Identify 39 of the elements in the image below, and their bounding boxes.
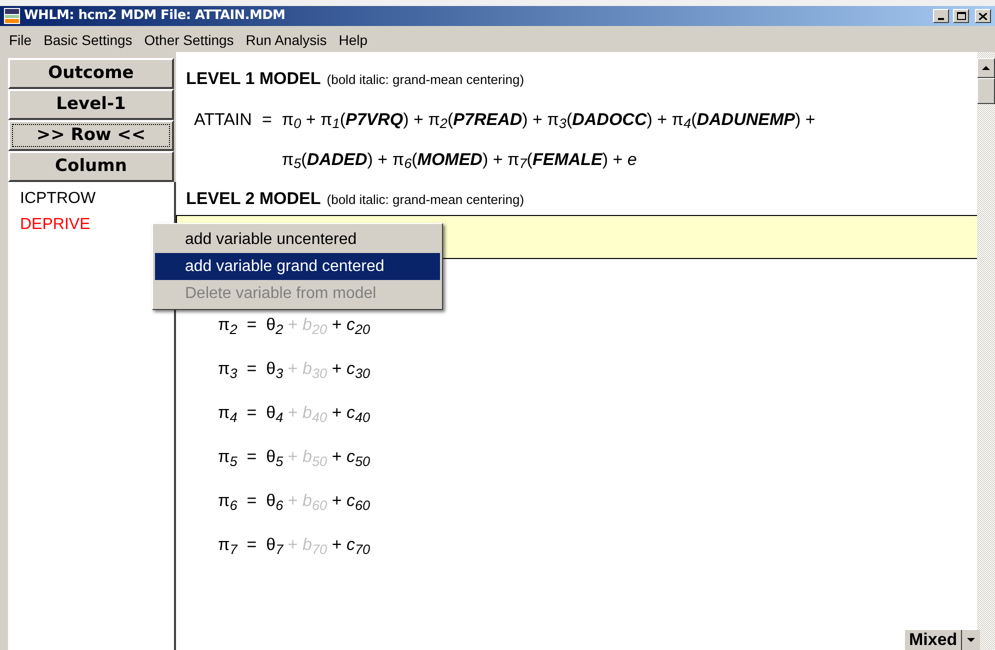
heading-note: (bold italic: grand-mean centering) (326, 71, 524, 89)
minimize-button[interactable] (933, 9, 949, 23)
scrollbar[interactable] (977, 52, 995, 650)
window-title: WHLM: hcm2 MDM File: ATTAIN.MDM (24, 7, 286, 26)
menu-option[interactable]: add variable uncentered (155, 226, 440, 253)
sidebar-button[interactable]: Level-1 (8, 89, 174, 120)
equation: π$_{5}$(DADED) + π$_{6}$(MOMED) + π$_{7}$(FEMALE) + e (282, 148, 638, 173)
equation: π$_{2}$ = θ$_{2}$ + b$_{20}$ + c$_{20}$ (218, 314, 370, 338)
scroll-thumb[interactable] (977, 78, 995, 104)
menu-item[interactable]: Run Analysis (240, 30, 333, 50)
variable-item[interactable]: ICPTROW (20, 186, 174, 212)
dropdown-button[interactable] (962, 630, 980, 650)
equals-sign: = (260, 108, 273, 130)
down-arrow-icon (967, 638, 976, 642)
app-icon (4, 8, 20, 24)
sidebar-button[interactable]: >> Row << (8, 120, 174, 151)
menu-item[interactable]: Basic Settings (38, 30, 138, 50)
sidebar-button[interactable]: Column (8, 151, 174, 182)
menu-option[interactable]: add variable grand centered (155, 253, 440, 280)
equation: π$_{0}$ + π$_{1}$(P7VRQ) + π$_{2}$(P7READ) + π$_{3}$(DADOCC) + π$_{4}$(DADUNEMP) + (282, 108, 816, 133)
menu-item[interactable]: File (3, 30, 38, 50)
maximize-button[interactable] (953, 9, 969, 23)
equation: π$_{3}$ = θ$_{3}$ + b$_{30}$ + c$_{30}$ (218, 358, 370, 382)
menu-item[interactable]: Help (332, 30, 374, 50)
heading-note: (bold italic: grand-mean centering) (326, 190, 524, 209)
up-arrow-icon (982, 66, 990, 70)
equation: π$_{4}$ = θ$_{4}$ + b$_{40}$ + c$_{40}$ (218, 402, 370, 426)
mode-dropdown[interactable]: Mixed (905, 630, 962, 650)
close-button[interactable] (975, 9, 991, 23)
menu-item[interactable]: Other Settings (138, 30, 240, 50)
section-heading: LEVEL 2 MODEL (186, 188, 321, 210)
equation: π$_{5}$ = θ$_{5}$ + b$_{50}$ + c$_{50}$ (218, 446, 370, 470)
section-heading: LEVEL 1 MODEL (186, 68, 321, 90)
equation-lhs: ATTAIN (194, 108, 252, 130)
scroll-up-button[interactable] (977, 58, 995, 78)
equation: π$_{7}$ = θ$_{7}$ + b$_{70}$ + c$_{70}$ (218, 534, 370, 558)
sidebar-button[interactable]: Outcome (8, 58, 174, 89)
equation: π$_{6}$ = θ$_{6}$ + b$_{60}$ + c$_{60}$ (218, 490, 370, 514)
close-icon (979, 12, 987, 20)
